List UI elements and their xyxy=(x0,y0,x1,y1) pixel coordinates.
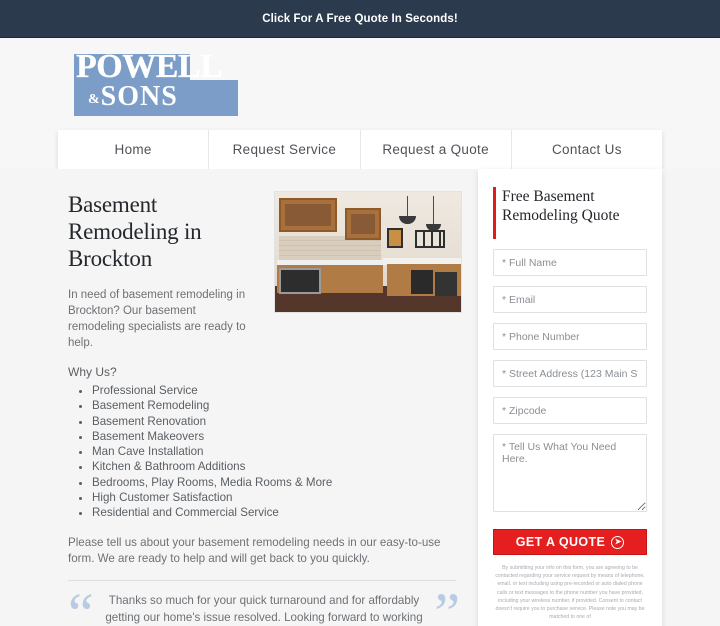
circle-arrow-right-icon: ➤ xyxy=(611,535,625,549)
intro-text-block: Basement Remodeling in Brockton In need … xyxy=(68,191,258,351)
quote-open-icon: “ xyxy=(68,581,94,626)
nav-item-request-a-quote[interactable]: Request a Quote xyxy=(360,130,512,169)
quote-form-heading: Free Basement Remodeling Quote xyxy=(502,188,620,224)
get-a-quote-button[interactable]: GET A QUOTE ➤ xyxy=(493,529,647,555)
logo-sons-word: SONS xyxy=(100,81,178,112)
heading-accent-bar xyxy=(493,187,496,239)
main-navigation: Home Request Service Request a Quote Con… xyxy=(58,130,662,169)
full-name-field[interactable] xyxy=(493,249,647,276)
hero-image-cabinet-glass-2 xyxy=(351,214,375,234)
page-title: Basement Remodeling in Brockton xyxy=(68,192,202,271)
phone-number-field[interactable] xyxy=(493,323,647,350)
list-item: Residential and Commercial Service xyxy=(92,506,478,521)
quote-close-icon: ” xyxy=(434,581,460,626)
street-address-field[interactable] xyxy=(493,360,647,387)
top-promo-banner-text: Click For A Free Quote In Seconds! xyxy=(262,12,458,25)
main-content: Basement Remodeling in Brockton In need … xyxy=(0,169,720,626)
hero-image xyxy=(274,191,462,313)
logo-text-powell: POWELL xyxy=(76,48,223,85)
consent-fineprint: By submitting your info on this form, yo… xyxy=(495,565,645,621)
list-item: Man Cave Installation xyxy=(92,445,478,460)
nav-item-contact-us[interactable]: Contact Us xyxy=(511,130,662,169)
list-item: Professional Service xyxy=(92,384,478,399)
message-textarea[interactable] xyxy=(493,434,647,512)
hero-image-upper-cabinet-right xyxy=(345,208,381,240)
zipcode-field[interactable] xyxy=(493,397,647,424)
hero-image-cabinet-glass xyxy=(285,204,331,226)
list-item: Bedrooms, Play Rooms, Media Rooms & More xyxy=(92,476,478,491)
list-item: Basement Makeovers xyxy=(92,430,478,445)
hero-image-pendant-cord-2 xyxy=(433,196,434,226)
nav-item-request-service[interactable]: Request Service xyxy=(209,130,361,169)
hero-image-wall-art xyxy=(387,228,403,248)
testimonial: “ Thanks so much for your quick turnarou… xyxy=(68,581,460,626)
hero-image-stool-1 xyxy=(411,270,433,294)
logo-ampersand: & xyxy=(88,92,101,107)
nav-item-home[interactable]: Home xyxy=(58,130,210,169)
why-us-list: Professional Service Basement Remodeling… xyxy=(92,384,478,521)
list-item: Basement Renovation xyxy=(92,415,478,430)
list-item: Basement Remodeling xyxy=(92,399,478,414)
hero-image-beverage-fridge xyxy=(279,268,321,294)
left-content-column: Basement Remodeling in Brockton In need … xyxy=(68,191,478,626)
why-us-heading: Why Us? xyxy=(68,365,117,379)
list-item: High Customer Satisfaction xyxy=(92,491,478,506)
email-field[interactable] xyxy=(493,286,647,313)
site-logo[interactable]: POWELL &SONS xyxy=(74,49,238,116)
get-a-quote-button-label: GET A QUOTE xyxy=(515,535,606,549)
testimonial-text: Thanks so much for your quick turnaround… xyxy=(105,594,423,624)
site-header: POWELL &SONS Home Request Service Reques… xyxy=(0,38,720,169)
top-promo-banner[interactable]: Click For A Free Quote In Seconds! xyxy=(0,0,720,38)
testimonial-body: Thanks so much for your quick turnaround… xyxy=(94,593,435,626)
section-divider xyxy=(68,580,456,582)
closing-paragraph: Please tell us about your basement remod… xyxy=(68,536,441,566)
intro-paragraph: In need of basement remodeling in Brockt… xyxy=(68,289,246,349)
logo-text-sons: &SONS xyxy=(88,81,178,116)
hero-image-upper-cabinet-left xyxy=(279,198,337,232)
hero-image-photo-frames xyxy=(415,230,445,248)
quote-form-heading-wrap: Free Basement Remodeling Quote xyxy=(493,187,647,239)
hero-image-stool-2 xyxy=(435,272,457,296)
list-item: Kitchen & Bathroom Additions xyxy=(92,460,478,475)
hero-image-pendant-cord-1 xyxy=(407,196,408,218)
quote-form-panel: Free Basement Remodeling Quote GET A QUO… xyxy=(478,169,662,626)
intro-section: Basement Remodeling in Brockton In need … xyxy=(68,191,478,351)
